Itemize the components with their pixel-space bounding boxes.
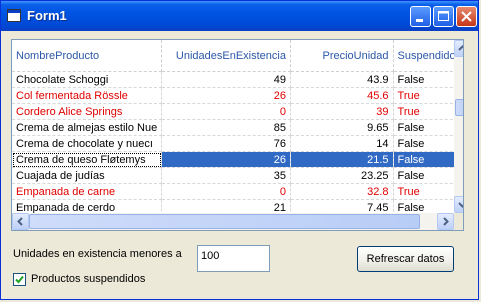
- table-cell[interactable]: 0: [161, 103, 291, 120]
- refresh-button[interactable]: Refrescar datos: [357, 246, 454, 272]
- scrollbar-corner: [454, 213, 463, 230]
- arrow-up-icon: [458, 45, 463, 51]
- table-cell[interactable]: True: [393, 87, 463, 104]
- form-window: Form1 NombreProducto UnidadesEnExistenci…: [0, 0, 479, 300]
- table-cell[interactable]: 35: [161, 167, 291, 184]
- arrow-right-icon: [443, 217, 449, 226]
- table-cell[interactable]: 14: [290, 135, 394, 152]
- maximize-button[interactable]: [433, 6, 454, 27]
- column-header-suspendido[interactable]: Suspendido: [393, 40, 463, 72]
- table-cell[interactable]: Crema de almejas estilo Nue: [12, 119, 163, 136]
- table-cell[interactable]: Crema de queso Fløtemys: [12, 151, 163, 168]
- window-title: Form1: [27, 8, 67, 23]
- table-cell[interactable]: 21.5: [290, 151, 394, 168]
- table-cell[interactable]: Crema de chocolate y nuecı: [12, 135, 163, 152]
- table-row[interactable]: Empanada de carne 0 32.8 True: [12, 183, 463, 200]
- table-cell[interactable]: Cuajada de judías: [12, 167, 163, 184]
- table-cell[interactable]: 0: [161, 183, 291, 200]
- table-cell[interactable]: False: [393, 151, 463, 168]
- table-cell[interactable]: 85: [161, 119, 291, 136]
- table-cell[interactable]: False: [393, 167, 463, 184]
- vertical-scrollbar[interactable]: [454, 40, 463, 213]
- table-cell[interactable]: 23.25: [290, 167, 394, 184]
- table-cell[interactable]: True: [393, 103, 463, 120]
- checkmark-icon: [15, 275, 24, 284]
- products-datagrid[interactable]: NombreProducto UnidadesEnExistencia Prec…: [11, 39, 464, 231]
- table-row[interactable]: Cordero Alice Springs 0 39 True: [12, 103, 463, 120]
- table-cell[interactable]: 49: [161, 71, 291, 88]
- suspended-checkbox-label[interactable]: Productos suspendidos: [31, 273, 145, 285]
- table-cell[interactable]: False: [393, 119, 463, 136]
- column-header-precio[interactable]: PrecioUnidad: [290, 40, 394, 72]
- app-icon: [7, 9, 21, 22]
- table-cell[interactable]: 26: [161, 151, 291, 168]
- close-button[interactable]: [456, 6, 477, 27]
- column-header-unidades[interactable]: UnidadesEnExistencia: [161, 40, 291, 72]
- scroll-left-button[interactable]: [12, 213, 29, 230]
- table-row[interactable]: Crema de almejas estilo Nue 85 9.65 False: [12, 119, 463, 136]
- maximize-icon: [438, 11, 449, 21]
- table-cell[interactable]: 32.8: [290, 183, 394, 200]
- horizontal-scroll-thumb[interactable]: [29, 214, 420, 229]
- table-row[interactable]: Col fermentada Rössle 26 45.6 True: [12, 87, 463, 104]
- table-cell[interactable]: False: [393, 135, 463, 152]
- table-row[interactable]: Crema de queso Fløtemys 26 21.5 False: [12, 151, 463, 168]
- close-icon: [461, 11, 472, 22]
- table-cell[interactable]: 43.9: [290, 71, 394, 88]
- table-cell[interactable]: True: [393, 183, 463, 200]
- arrow-left-icon: [17, 217, 23, 226]
- table-cell[interactable]: Empanada de carne: [12, 183, 163, 200]
- units-threshold-input[interactable]: 100: [197, 245, 270, 272]
- scroll-up-button[interactable]: [454, 40, 463, 57]
- arrow-down-icon: [458, 202, 463, 208]
- horizontal-scrollbar[interactable]: [12, 213, 454, 230]
- table-cell[interactable]: 76: [161, 135, 291, 152]
- scroll-down-button[interactable]: [454, 196, 463, 213]
- table-cell[interactable]: False: [393, 71, 463, 88]
- table-cell[interactable]: 39: [290, 103, 394, 120]
- minimize-button[interactable]: [410, 6, 431, 27]
- scroll-right-button[interactable]: [437, 213, 454, 230]
- column-header-nombre[interactable]: NombreProducto: [12, 40, 163, 72]
- table-cell[interactable]: 9.65: [290, 119, 394, 136]
- table-row[interactable]: Crema de chocolate y nuecı 76 14 False: [12, 135, 463, 152]
- table-row[interactable]: Chocolate Schoggi 49 43.9 False: [12, 71, 463, 88]
- table-row[interactable]: Cuajada de judías 35 23.25 False: [12, 167, 463, 184]
- vertical-scroll-thumb[interactable]: [455, 99, 463, 116]
- suspended-checkbox[interactable]: [13, 273, 26, 286]
- table-cell[interactable]: 45.6: [290, 87, 394, 104]
- filter-label: Unidades en existencia menores a: [13, 248, 182, 260]
- table-cell[interactable]: Col fermentada Rössle: [12, 87, 163, 104]
- table-cell[interactable]: Cordero Alice Springs: [12, 103, 163, 120]
- title-bar[interactable]: Form1: [1, 1, 478, 31]
- minimize-icon: [416, 19, 423, 22]
- table-cell[interactable]: Chocolate Schoggi: [12, 71, 163, 88]
- table-cell[interactable]: 26: [161, 87, 291, 104]
